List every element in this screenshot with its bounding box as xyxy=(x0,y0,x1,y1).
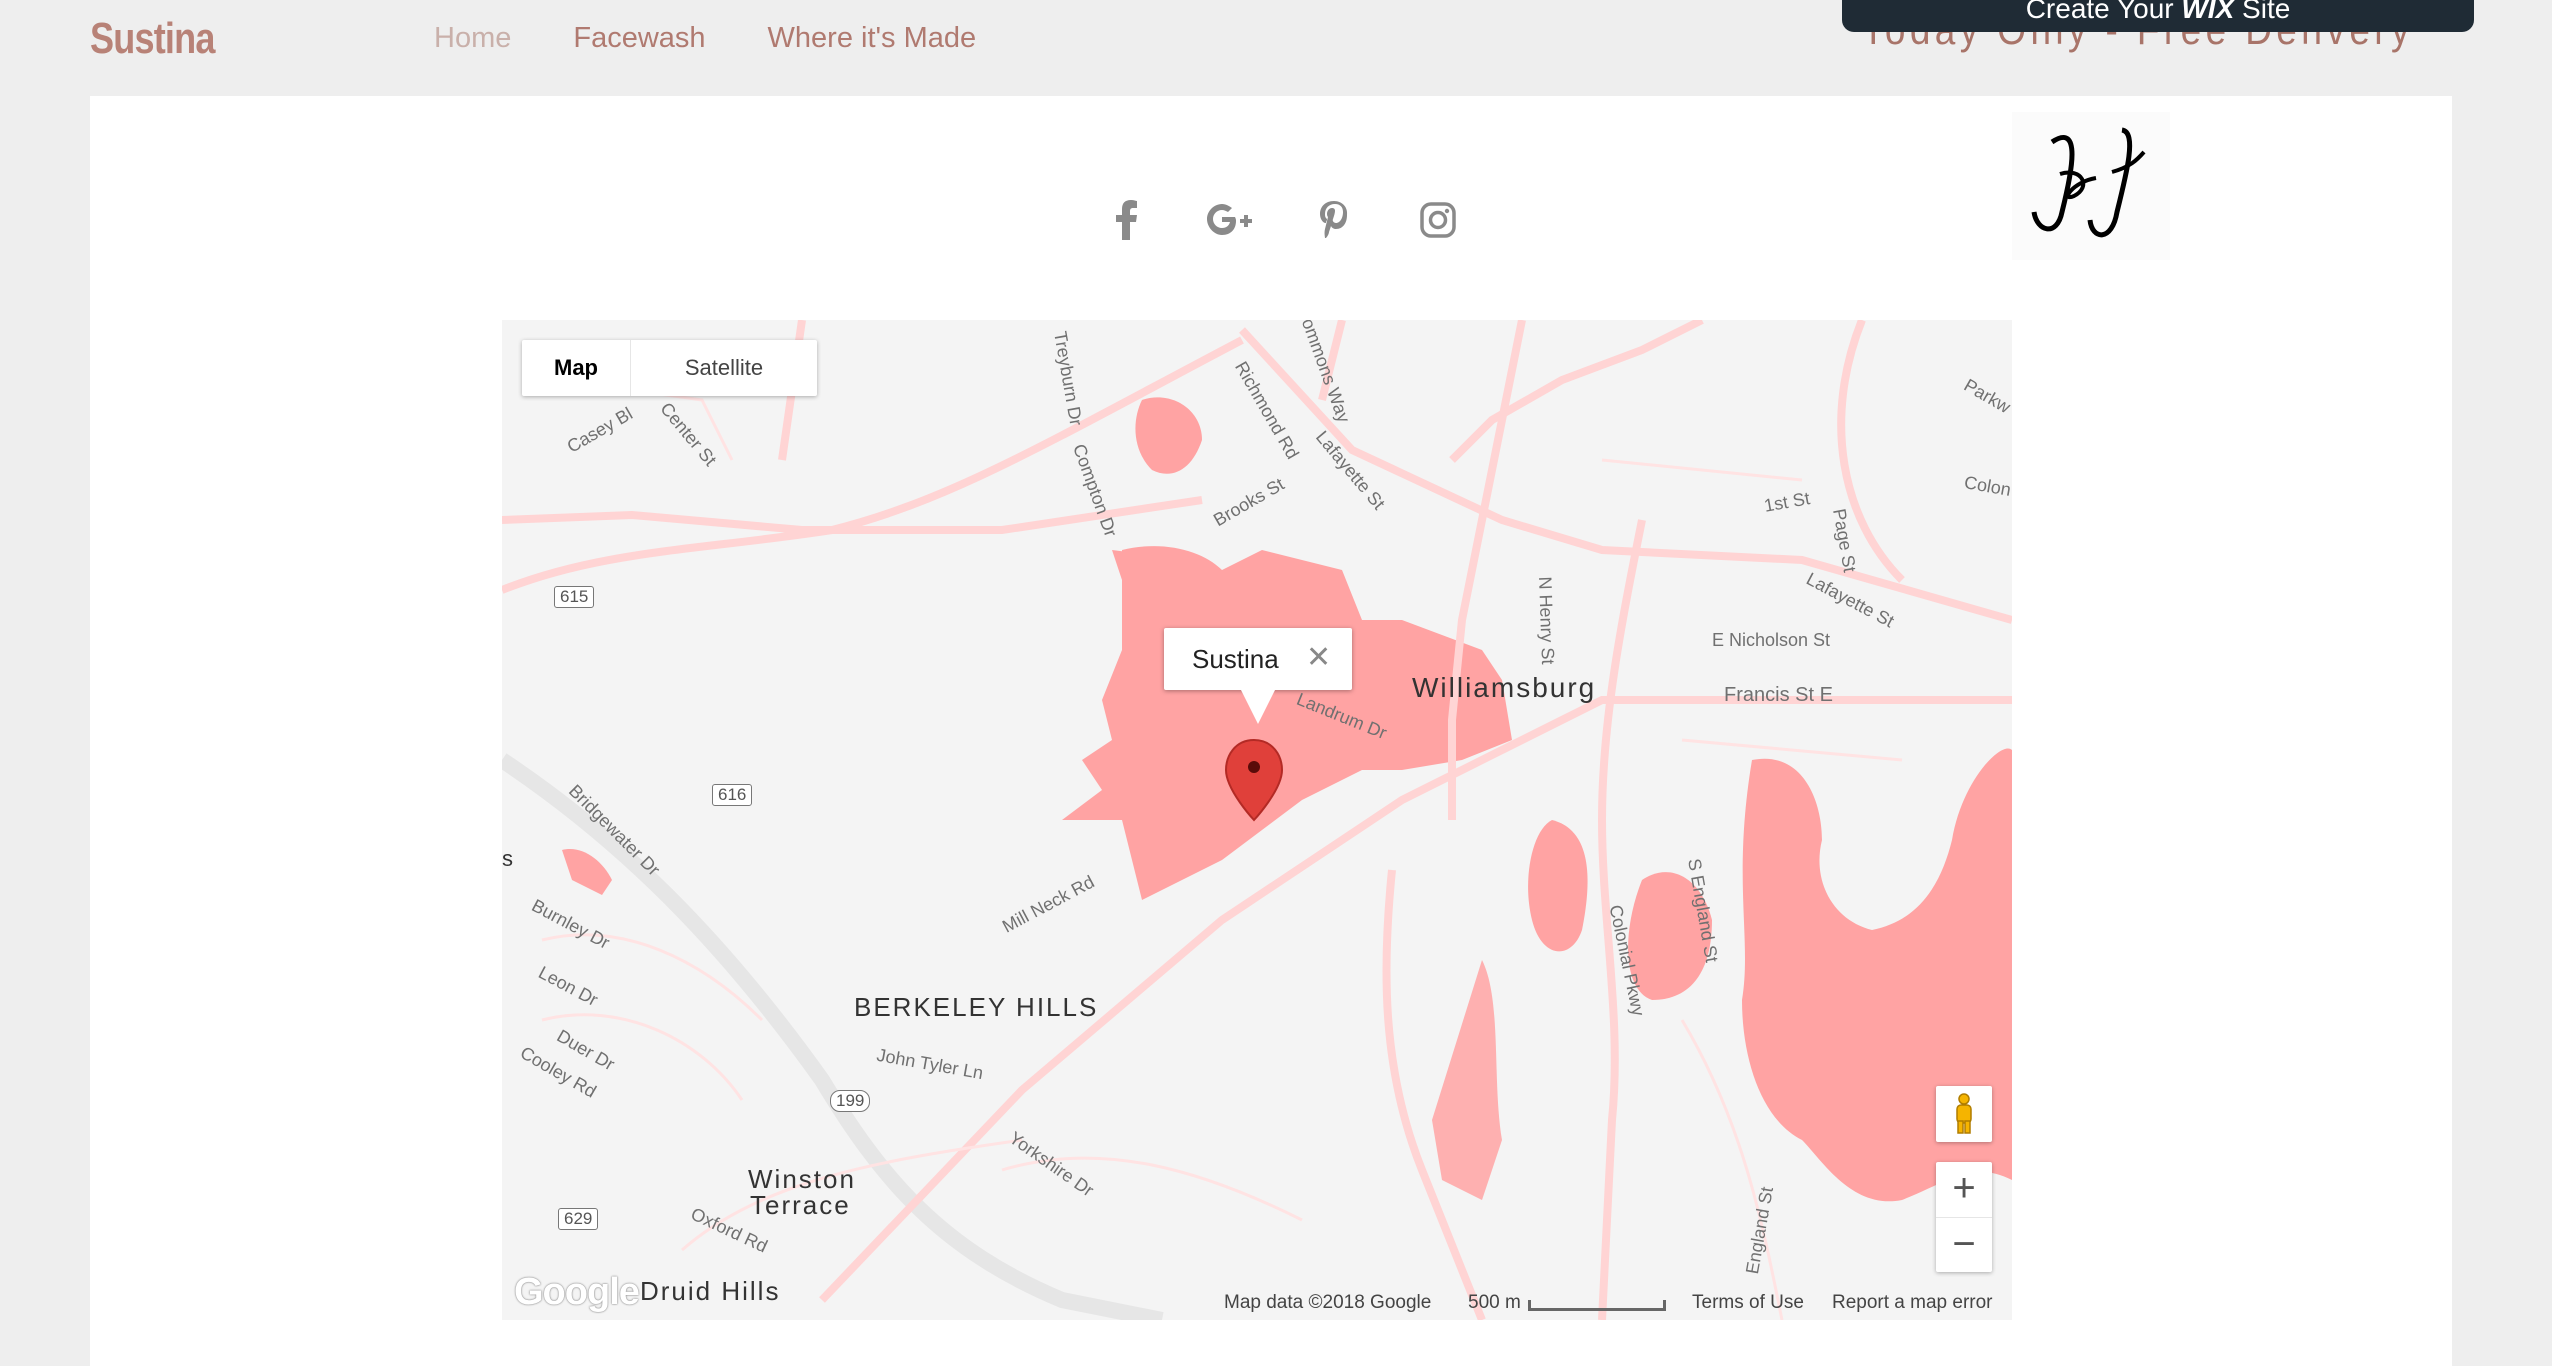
nav-home[interactable]: Home xyxy=(434,22,511,55)
pegman-icon xyxy=(1956,1093,1972,1134)
zoom-control: + − xyxy=(1936,1162,1992,1272)
map-attribution: Map data ©2018 Google 500 m Terms of Use… xyxy=(502,1286,2012,1320)
map-canvas[interactable] xyxy=(502,320,2012,1320)
place-berkeley-hills: BERKELEY HILLS xyxy=(854,992,1099,1022)
zoom-out-button[interactable]: − xyxy=(1936,1218,1992,1273)
main-nav: Home Facewash Where it's Made xyxy=(434,22,976,55)
close-icon[interactable]: ✕ xyxy=(1306,640,1331,675)
google-map[interactable]: Map Satellite Sustina ✕ Williamsburg BER… xyxy=(502,320,2012,1320)
scale-text: 500 m xyxy=(1468,1292,1521,1313)
facebook-icon[interactable] xyxy=(1098,196,1154,244)
road-label: Francis St E xyxy=(1724,684,1833,706)
jj-logo xyxy=(2012,112,2170,260)
info-window-title: Sustina xyxy=(1192,644,1279,674)
place-williamsburg: Williamsburg xyxy=(1412,672,1597,703)
map-type-satellite[interactable]: Satellite xyxy=(631,340,817,396)
street-view-pegman[interactable] xyxy=(1936,1086,1992,1142)
zoom-in-button[interactable]: + xyxy=(1936,1162,1992,1218)
info-window-tail xyxy=(1240,688,1276,724)
route-shield: 199 xyxy=(830,1090,871,1112)
map-type-map[interactable]: Map xyxy=(522,340,631,396)
info-window: Sustina ✕ xyxy=(1164,628,1352,690)
brand-logo[interactable]: Sustina xyxy=(90,14,215,64)
wix-banner-post: Site xyxy=(2234,0,2291,24)
road-label: N Henry St xyxy=(1534,576,1559,665)
route-shield: 616 xyxy=(712,784,753,806)
nav-where-made[interactable]: Where it's Made xyxy=(768,22,977,55)
scale-bar xyxy=(1528,1300,1666,1311)
pinterest-icon[interactable] xyxy=(1306,196,1362,244)
route-shield: 629 xyxy=(558,1208,599,1230)
road-label: E Nicholson St xyxy=(1712,630,1831,650)
google-plus-icon[interactable] xyxy=(1202,196,1258,244)
terms-link[interactable]: Terms of Use xyxy=(1692,1292,1804,1314)
wix-banner-pre: Create Your xyxy=(2025,0,2182,24)
map-data-text: Map data ©2018 Google xyxy=(1224,1292,1432,1313)
nav-facewash[interactable]: Facewash xyxy=(573,22,705,55)
wix-logo: WIX xyxy=(2181,0,2235,24)
map-type-control: Map Satellite xyxy=(522,340,817,396)
instagram-icon[interactable] xyxy=(1410,196,1466,244)
place-terrace: Terrace xyxy=(750,1190,851,1220)
social-bar xyxy=(1098,196,1466,244)
report-error-link[interactable]: Report a map error xyxy=(1832,1292,1993,1314)
road-label: s xyxy=(502,846,513,871)
wix-banner[interactable]: Create Your WIX Site xyxy=(1842,0,2474,32)
route-shield: 615 xyxy=(554,586,595,608)
